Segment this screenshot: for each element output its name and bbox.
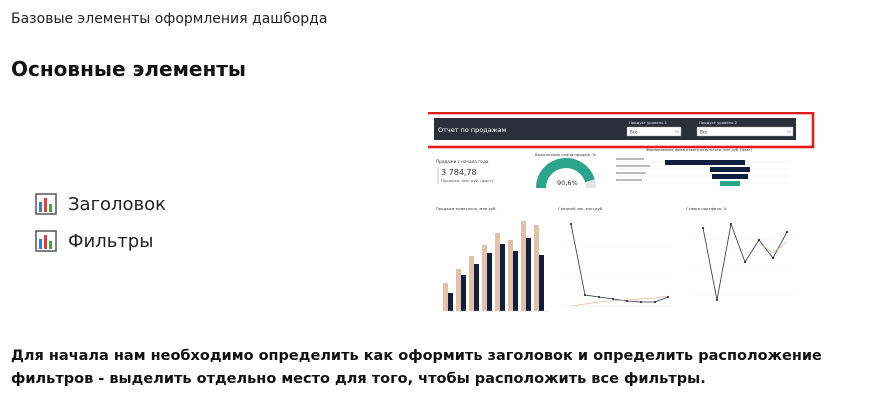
funnel-chart bbox=[616, 158, 788, 186]
section-title: Основные элементы bbox=[11, 57, 246, 81]
dashboard-thumbnail: Отчет по продажам Продукт уровень 1 Все … bbox=[428, 112, 818, 328]
bar bbox=[469, 256, 474, 311]
chart3-title: Ставка портфеля, % bbox=[686, 206, 727, 211]
chart1-title: Продажи помесячно, млн руб. bbox=[436, 206, 497, 211]
bar bbox=[513, 251, 518, 311]
bar bbox=[474, 264, 479, 311]
bar bbox=[534, 225, 539, 311]
bullet-label: Заголовок bbox=[68, 193, 167, 215]
bar bbox=[539, 255, 544, 311]
filter1-value: Все bbox=[630, 130, 638, 135]
bar-chart bbox=[440, 221, 550, 312]
filter2-label: Продукт уровень 2 bbox=[699, 120, 738, 125]
bar bbox=[508, 240, 513, 311]
gauge-label: Выполнение плана продаж, % bbox=[535, 152, 596, 157]
chart2-title: Средний чек, млн руб. bbox=[558, 206, 603, 211]
kpi-value: 3 784,78 bbox=[441, 168, 477, 177]
bar bbox=[448, 293, 453, 311]
bar-chart-icon bbox=[35, 230, 57, 252]
bar bbox=[500, 244, 505, 311]
bullet-item-filters: Фильтры bbox=[35, 229, 166, 253]
bar bbox=[487, 253, 492, 311]
funnel-label: Формирование финансового результата, млн… bbox=[646, 148, 753, 152]
bar-chart-icon bbox=[35, 193, 57, 215]
bar bbox=[495, 233, 500, 311]
kpi-label: Продажи с начала года bbox=[436, 159, 489, 164]
kpi-sub: Продажи, млн руб. (факт) bbox=[441, 178, 494, 183]
bar bbox=[521, 221, 526, 311]
bar bbox=[526, 238, 531, 311]
bar bbox=[456, 269, 461, 311]
page-title: Базовые элементы оформления дашборда bbox=[11, 11, 328, 27]
bar bbox=[443, 283, 448, 311]
dashboard-svg: Отчет по продажам Продукт уровень 1 Все … bbox=[428, 112, 815, 312]
bar bbox=[461, 275, 466, 311]
dashboard-title: Отчет по продажам bbox=[438, 126, 507, 134]
bullet-list: Заголовок Фильтры bbox=[35, 192, 166, 266]
bullet-label: Фильтры bbox=[68, 230, 154, 252]
gauge-value: 90,6% bbox=[557, 179, 578, 187]
line-chart-portfolio-rate bbox=[692, 222, 794, 302]
description-text: Для начала нам необходимо определить как… bbox=[11, 348, 822, 387]
filter2-select[interactable] bbox=[696, 126, 794, 137]
bar bbox=[482, 245, 487, 311]
line-chart-average-check bbox=[564, 222, 672, 307]
filter2-value: Все bbox=[700, 130, 708, 135]
bullet-item-header: Заголовок bbox=[35, 192, 166, 216]
filter1-label: Продукт уровень 1 bbox=[629, 120, 668, 125]
